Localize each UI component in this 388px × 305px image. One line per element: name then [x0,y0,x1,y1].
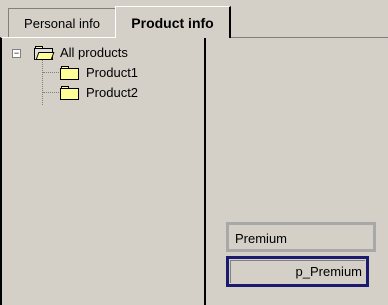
folder-icon [60,66,80,80]
folder-icon [60,86,80,100]
premium-label-text: Premium [235,231,288,246]
premium-label: Premium [226,222,376,252]
premium-input-value: p_Premium [295,264,362,279]
tree-node-product2[interactable]: Product2 [12,83,202,103]
tab-strip-baseline [230,37,388,38]
tree-node-all-products[interactable]: − All products [12,43,202,63]
tab-strip: Personal info Product info [0,0,388,38]
open-folder-icon [34,46,55,60]
tab-product-info-label: Product info [131,14,214,31]
tree-node-label: All products [60,45,128,60]
tree-node-label: Product1 [86,65,139,80]
tree-node-label: Product2 [86,85,139,100]
tab-personal-info[interactable]: Personal info [8,8,116,37]
collapse-icon[interactable]: − [12,49,21,58]
premium-input[interactable]: p_Premium [226,256,369,287]
tree-node-product1[interactable]: Product1 [12,63,202,83]
tab-product-info[interactable]: Product info [115,6,231,38]
product-tree-panel: − All products Product1 Product2 [0,37,206,305]
tab-personal-info-label: Personal info [24,15,100,31]
product-tree[interactable]: − All products Product1 Product2 [12,43,202,105]
